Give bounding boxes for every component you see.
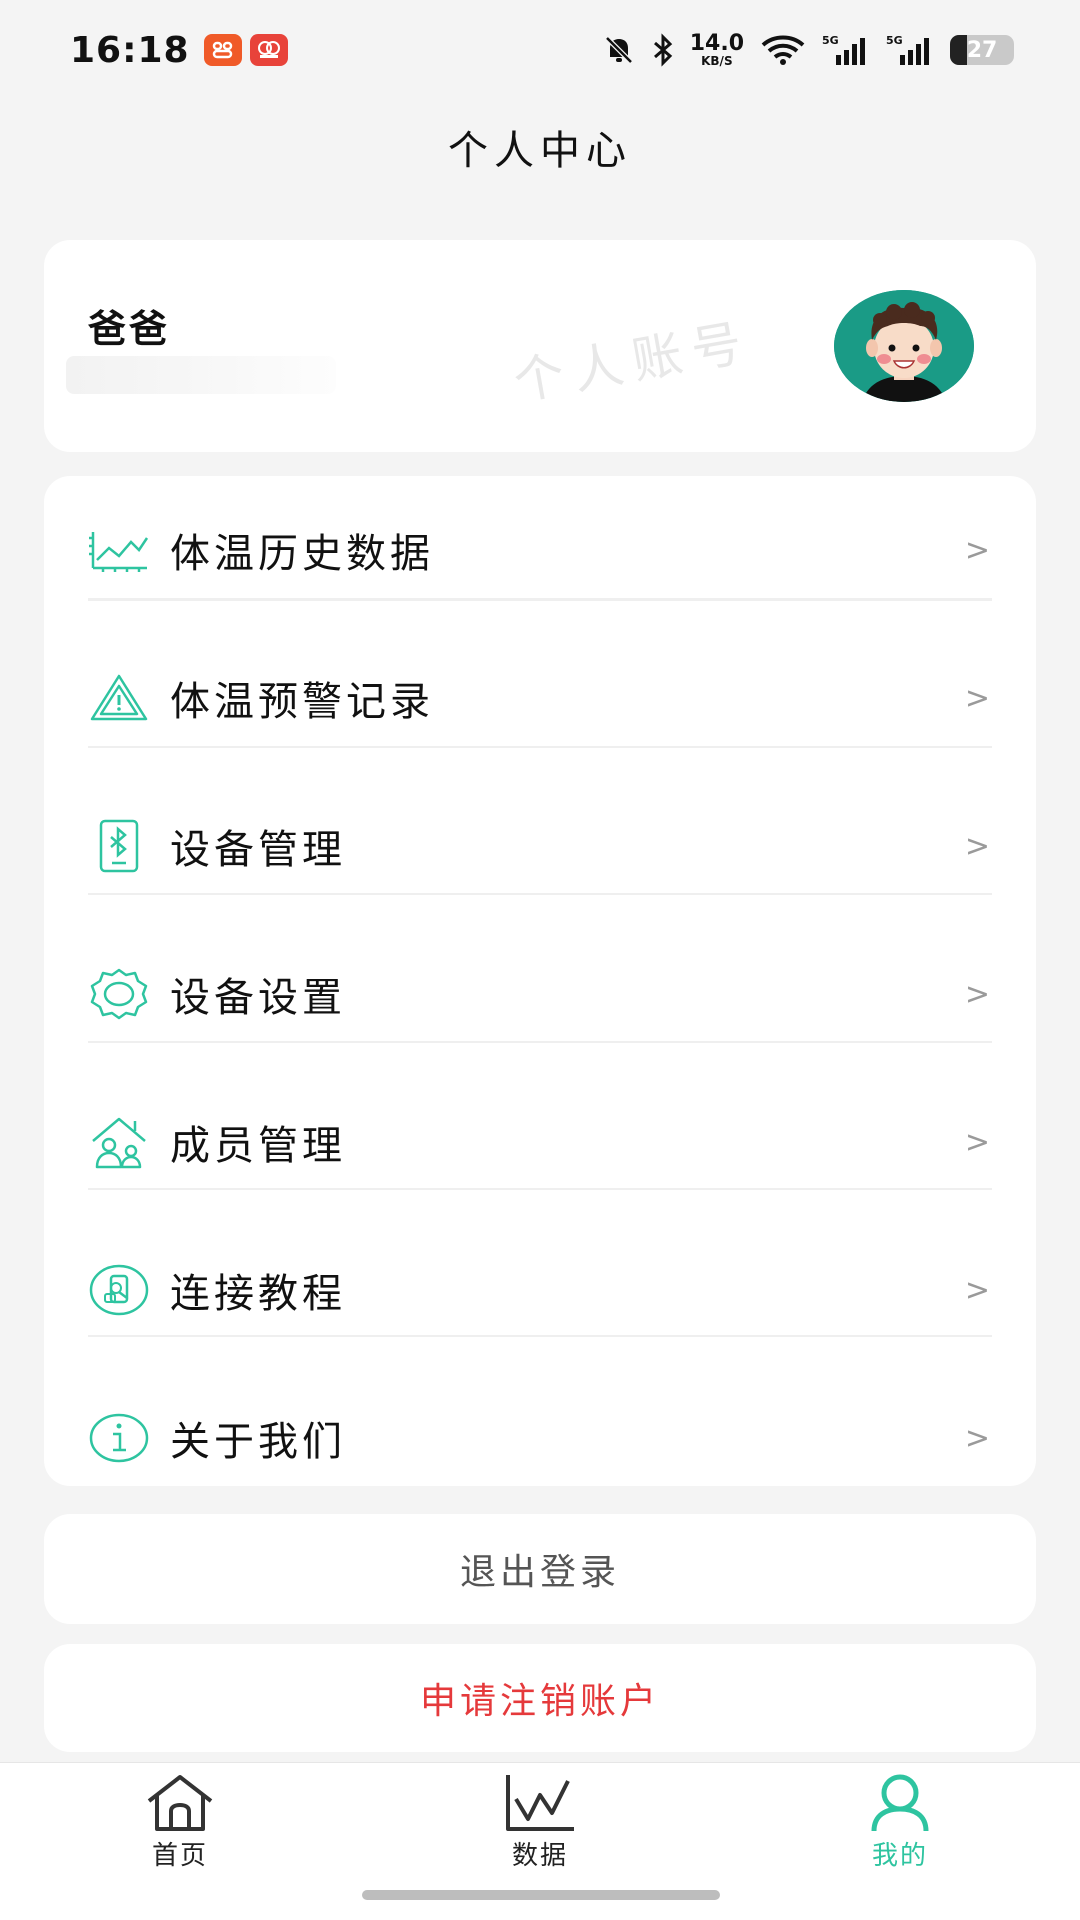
battery-level: 27 — [966, 37, 998, 63]
wifi-icon — [761, 35, 805, 65]
menu-item-label: 关于我们 — [170, 1419, 346, 1465]
screen: 16:18 14.0 KB/S 5G 5G 27 个人中心 爸爸 个人账号 体温… — [0, 0, 1080, 1920]
menu-divider — [88, 893, 992, 895]
profile-watermark: 个人账号 — [509, 312, 756, 412]
chart-icon — [88, 519, 150, 581]
chevron-right-icon: > — [964, 976, 990, 1012]
status-time: 16:18 — [70, 29, 190, 71]
chevron-right-icon: > — [964, 1420, 990, 1456]
menu-item-label: 设备设置 — [170, 975, 346, 1021]
menu-card: 体温历史数据 > 体温预警记录 > 设备管理 > 设备设置 > 成员管理 > 连… — [44, 476, 1036, 1486]
chevron-right-icon: > — [964, 1272, 990, 1308]
chevron-right-icon: > — [964, 1124, 990, 1160]
home-indicator[interactable] — [362, 1890, 720, 1900]
gear-icon — [88, 963, 150, 1025]
network-speed: 14.0 KB/S — [689, 31, 744, 68]
menu-item-about-us[interactable]: 关于我们 > — [88, 1364, 992, 1512]
menu-item-temperature-history[interactable]: 体温历史数据 > — [88, 476, 992, 624]
menu-item-device-management[interactable]: 设备管理 > — [88, 772, 992, 920]
tutorial-icon — [88, 1259, 150, 1321]
svg-text:5G: 5G — [886, 34, 903, 47]
chevron-right-icon: > — [964, 680, 990, 716]
nav-label: 首页 — [151, 1841, 208, 1871]
info-icon — [88, 1407, 150, 1469]
bluetooth-icon — [653, 33, 672, 67]
menu-item-label: 成员管理 — [170, 1123, 346, 1169]
warning-icon — [88, 667, 150, 729]
profile-account-redacted — [66, 356, 336, 394]
network-speed-value: 14.0 — [689, 31, 744, 56]
nav-label: 数据 — [511, 1841, 568, 1871]
battery-indicator: 27 — [950, 35, 1014, 65]
menu-item-temperature-warnings[interactable]: 体温预警记录 > — [88, 624, 992, 772]
menu-item-device-settings[interactable]: 设备设置 > — [88, 920, 992, 1068]
chevron-right-icon: > — [964, 828, 990, 864]
person-icon — [871, 1774, 929, 1832]
avatar[interactable] — [834, 290, 974, 402]
menu-item-label: 连接教程 — [170, 1271, 346, 1317]
logout-button[interactable]: 退出登录 — [44, 1514, 1036, 1624]
menu-divider — [88, 1188, 992, 1190]
battery-fill — [950, 35, 967, 65]
nav-tab-mine[interactable]: 我的 — [830, 1773, 970, 1872]
network-speed-unit: KB/S — [701, 54, 733, 68]
shopping-app-icon — [203, 34, 242, 66]
bluetooth-device-icon — [88, 815, 150, 877]
profile-name: 爸爸 — [88, 307, 171, 351]
family-icon — [88, 1111, 150, 1173]
red-app-icon — [249, 34, 288, 66]
menu-item-label: 体温历史数据 — [170, 531, 434, 577]
nav-tab-home[interactable]: 首页 — [110, 1773, 250, 1872]
mute-bell-icon — [604, 36, 633, 64]
deregister-account-button[interactable]: 申请注销账户 — [44, 1644, 1036, 1752]
page-title: 个人中心 — [448, 128, 632, 174]
nav-tab-data[interactable]: 数据 — [470, 1773, 610, 1872]
menu-item-connection-tutorial[interactable]: 连接教程 > — [88, 1216, 992, 1364]
data-chart-icon — [506, 1775, 574, 1831]
signal-5g-icon: 5G — [822, 34, 865, 65]
menu-item-label: 设备管理 — [170, 827, 346, 873]
svg-text:5G: 5G — [822, 34, 839, 47]
status-icons: 14.0 KB/S 5G 5G 27 — [602, 33, 1014, 67]
nav-label: 我的 — [871, 1841, 928, 1871]
menu-divider — [88, 1335, 992, 1337]
menu-divider — [88, 599, 992, 601]
profile-card[interactable]: 爸爸 个人账号 — [44, 240, 1036, 452]
chevron-right-icon: > — [964, 532, 990, 568]
menu-item-member-management[interactable]: 成员管理 > — [88, 1068, 992, 1216]
menu-divider — [88, 746, 992, 748]
menu-divider — [88, 1041, 992, 1043]
signal-5g-icon: 5G — [886, 34, 929, 65]
menu-item-label: 体温预警记录 — [170, 679, 434, 725]
home-icon — [147, 1775, 213, 1831]
status-bar: 16:18 14.0 KB/S 5G 5G 27 — [0, 0, 1080, 100]
